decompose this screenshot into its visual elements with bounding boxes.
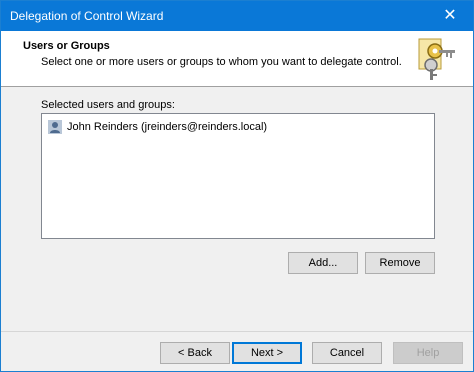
selected-users-label: Selected users and groups: — [41, 99, 175, 111]
close-icon[interactable]: ✕ — [427, 1, 473, 31]
add-button[interactable]: Add... — [288, 252, 358, 274]
cancel-button[interactable]: Cancel — [312, 342, 382, 364]
title-bar: Delegation of Control Wizard ✕ — [1, 1, 473, 31]
keys-icon — [418, 38, 455, 80]
list-item[interactable]: John Reinders (jreinders@reinders.local) — [47, 118, 267, 136]
user-name: John Reinders (jreinders@reinders.local) — [67, 121, 268, 133]
remove-button[interactable]: Remove — [365, 252, 435, 274]
next-button[interactable]: Next > — [232, 342, 302, 364]
help-button[interactable]: Help — [393, 342, 463, 364]
back-button[interactable]: < Back — [160, 342, 230, 364]
wizard-window: Delegation of Control Wizard ✕ Users or … — [0, 0, 474, 372]
user-icon — [48, 120, 62, 134]
selected-users-list[interactable]: John Reinders (jreinders@reinders.local) — [41, 113, 435, 239]
footer-divider — [1, 331, 473, 332]
window-title: Delegation of Control Wizard — [10, 9, 164, 23]
page-subtitle: Select one or more users or groups to wh… — [41, 56, 402, 68]
page-title: Users or Groups — [23, 40, 110, 52]
wizard-header: Users or Groups Select one or more users… — [1, 31, 473, 87]
